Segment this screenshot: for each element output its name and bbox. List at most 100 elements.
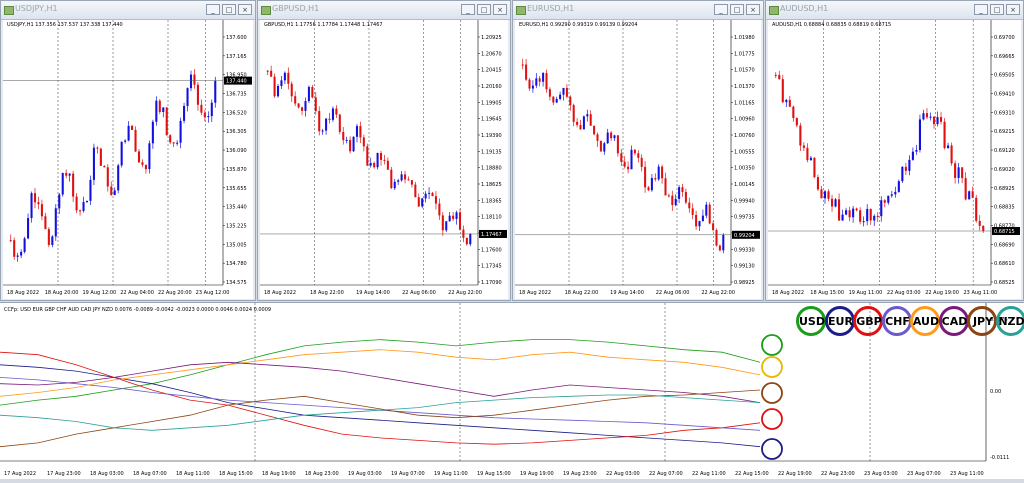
candle-body xyxy=(817,177,819,189)
candle-body xyxy=(301,107,303,110)
maximize-button[interactable]: □ xyxy=(730,4,744,15)
y-axis-label: 1.01165 xyxy=(734,100,755,106)
candlestick-chart[interactable]: 137.600137.165136.950136.735136.520136.3… xyxy=(3,20,253,299)
close-button[interactable]: × xyxy=(493,4,507,15)
candle-body xyxy=(620,153,622,162)
currency-badge-cad[interactable]: CAD xyxy=(939,306,971,338)
candle-body xyxy=(796,118,798,125)
x-axis-label: 23 Aug 12:00 xyxy=(196,290,230,296)
price-chart[interactable]: 137.600137.165136.950136.735136.520136.3… xyxy=(3,20,253,299)
candle-body xyxy=(668,195,670,196)
candle-body xyxy=(573,105,575,122)
candle-body xyxy=(328,119,330,120)
candlestick-chart[interactable]: 1.019801.017751.015701.013701.011651.009… xyxy=(515,20,761,299)
minimize-button[interactable]: _ xyxy=(206,4,220,15)
candle-body xyxy=(532,86,534,89)
x-axis-label: 23 Aug 11:00 xyxy=(964,290,998,296)
candle-body xyxy=(634,150,636,153)
y-axis-label: 0.98925 xyxy=(734,280,755,286)
close-button[interactable]: × xyxy=(238,4,252,15)
chart-window-gbpusd[interactable]: GBPUSD,H1 _ □ × 1.209251.206701.204151.2… xyxy=(257,0,511,301)
candle-body xyxy=(556,99,558,103)
title-bar[interactable]: AUDUSD,H1 _ □ × xyxy=(766,1,1023,20)
candle-body xyxy=(162,108,164,112)
currency-badge-aud[interactable]: AUD xyxy=(910,306,942,338)
candle-body xyxy=(96,148,98,149)
y-axis-label: 1.20670 xyxy=(481,51,502,57)
currency-badge-chf[interactable]: CHF xyxy=(882,306,914,338)
x-axis-label: 19 Aug 19:00 xyxy=(520,471,554,477)
candle-body xyxy=(569,97,571,105)
price-chart[interactable]: 0.697000.696650.695050.694100.693100.692… xyxy=(768,20,1021,299)
badge-label: AUD xyxy=(913,315,939,328)
x-axis-label: 18 Aug 15:00 xyxy=(810,290,844,296)
candle-body xyxy=(944,122,946,148)
candle-body xyxy=(647,187,649,190)
y-axis-label: 1.00760 xyxy=(734,133,755,139)
candle-body xyxy=(183,106,185,121)
candle-body xyxy=(887,196,889,203)
currency-badge-eur[interactable]: EUR xyxy=(825,306,857,338)
candle-body xyxy=(280,80,282,86)
candle-body xyxy=(664,178,666,195)
currency-badge-usd[interactable]: USD xyxy=(796,306,828,338)
chart-window-eurusd[interactable]: EURUSD,H1 _ □ × 1.019801.017751.015701.0… xyxy=(512,0,764,301)
x-axis-label: 22 Aug 15:00 xyxy=(735,471,769,477)
close-button[interactable]: × xyxy=(1006,4,1020,15)
badge-label: JPY xyxy=(973,315,993,328)
x-axis-label: 22 Aug 19:00 xyxy=(778,471,812,477)
chart-icon xyxy=(261,6,271,15)
y-axis-label: 1.20925 xyxy=(481,35,502,41)
x-axis-label: 22 Aug 20:00 xyxy=(158,290,192,296)
ccfp-line-nzd xyxy=(0,395,760,430)
y-axis-label: 1.01980 xyxy=(734,35,755,41)
maximize-button[interactable]: □ xyxy=(990,4,1004,15)
y-axis-label: 135.440 xyxy=(226,205,247,211)
price-chart[interactable]: 1.209251.206701.204151.201601.199051.196… xyxy=(260,20,508,299)
minimize-button[interactable]: _ xyxy=(974,4,988,15)
candle-body xyxy=(291,84,293,96)
y-axis-label: 0.69665 xyxy=(994,54,1015,60)
chart-window-usdjpy[interactable]: USDJPY,H1 _ □ × 137.600137.165136.950136… xyxy=(0,0,256,301)
currency-marker-circle xyxy=(762,383,782,403)
candle-body xyxy=(624,162,626,167)
candle-body xyxy=(810,158,812,160)
price-chart[interactable]: 1.019801.017751.015701.013701.011651.009… xyxy=(515,20,761,299)
chart-window-audusd[interactable]: AUDUSD,H1 _ □ × 0.697000.696650.695050.6… xyxy=(765,0,1024,301)
y-axis-label: 1.18880 xyxy=(481,166,502,172)
title-bar[interactable]: GBPUSD,H1 _ □ × xyxy=(258,1,510,20)
candlestick-chart[interactable]: 0.697000.696650.695050.694100.693100.692… xyxy=(768,20,1021,299)
title-bar[interactable]: USDJPY,H1 _ □ × xyxy=(1,1,255,20)
ccfp-indicator-panel[interactable]: 0.00760.00-0.011117 Aug 202217 Aug 23:00… xyxy=(0,302,1024,479)
candle-body xyxy=(387,161,389,170)
currency-badge-jpy[interactable]: JPY xyxy=(967,306,999,338)
candle-body xyxy=(274,77,276,97)
y-axis-label: 0.69310 xyxy=(994,110,1015,116)
candle-body xyxy=(155,101,157,122)
maximize-button[interactable]: □ xyxy=(477,4,491,15)
badge-label: USD xyxy=(799,315,825,328)
currency-badge-nzd[interactable]: NZD xyxy=(996,306,1024,338)
currency-badge-gbp[interactable]: GBP xyxy=(853,306,885,338)
candle-body xyxy=(86,201,88,202)
ohlc-readout: USDJPY,H1 137.356 137.537 137.338 137.44… xyxy=(7,22,123,28)
candle-body xyxy=(17,255,19,256)
close-button[interactable]: × xyxy=(746,4,760,15)
minimize-button[interactable]: _ xyxy=(461,4,475,15)
current-price-label: 0.68715 xyxy=(994,229,1015,235)
candle-body xyxy=(593,126,595,135)
title-bar[interactable]: EURUSD,H1 _ □ × xyxy=(513,1,763,20)
candlestick-chart[interactable]: 1.209251.206701.204151.201601.199051.196… xyxy=(260,20,508,299)
candle-body xyxy=(30,193,32,218)
badge-label: EUR xyxy=(828,315,853,328)
candle-body xyxy=(356,126,358,137)
candle-body xyxy=(431,193,433,196)
candle-body xyxy=(873,216,875,221)
candle-body xyxy=(891,194,893,195)
y-axis-label: 1.20415 xyxy=(481,68,502,74)
minimize-button[interactable]: _ xyxy=(714,4,728,15)
candle-body xyxy=(630,150,632,169)
maximize-button[interactable]: □ xyxy=(222,4,236,15)
candle-body xyxy=(204,113,206,117)
candle-body xyxy=(107,167,109,186)
